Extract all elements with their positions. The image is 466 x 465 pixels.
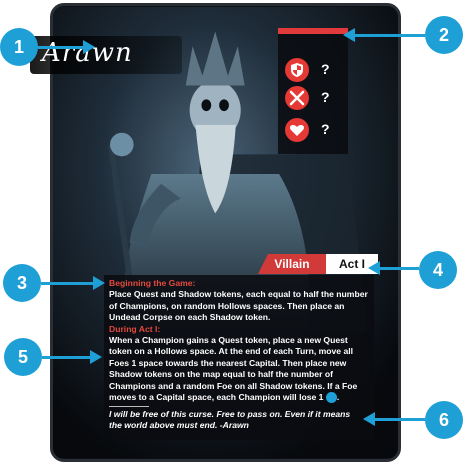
attack-stat: ? [285, 86, 355, 112]
callout-1-arrow [38, 46, 83, 49]
callout-2: 2 [425, 16, 463, 54]
callout-6-arrowhead [363, 412, 375, 426]
crossed-swords-icon [285, 86, 309, 110]
callout-6-arrow [375, 418, 425, 421]
health-stat: ? [285, 118, 355, 144]
setup-text: Place Quest and Shadow tokens, each equa… [109, 289, 368, 323]
callout-3: 3 [3, 264, 41, 302]
callout-4-arrow [380, 267, 419, 270]
defense-value: ? [321, 61, 330, 77]
callout-4-arrowhead [368, 261, 380, 275]
callout-1: 1 [0, 28, 38, 66]
callout-4: 4 [419, 251, 457, 289]
callout-3-arrowhead [93, 276, 105, 290]
shield-icon [285, 58, 309, 82]
callout-5: 5 [4, 338, 42, 376]
villain-tag: Villain [258, 254, 326, 274]
act-heading: During Act I: [109, 323, 161, 334]
defense-stat: ? [285, 58, 355, 84]
flavor-text: I will be free of this curse. Free to pa… [109, 409, 351, 431]
shield-token-icon [325, 392, 337, 404]
callout-1-arrowhead [83, 40, 95, 54]
heart-icon [285, 118, 309, 142]
setup-heading: Beginning the Game: [109, 278, 196, 288]
rules-text: Beginning the Game: Place Quest and Shad… [109, 278, 371, 404]
callout-3-arrow [41, 282, 93, 285]
callout-2-arrowhead [343, 28, 355, 42]
act-text-end: . [336, 392, 340, 403]
callout-2-arrow [355, 34, 425, 37]
divider [109, 406, 149, 407]
attack-value: ? [321, 89, 330, 105]
act-text-body: When a Champion gains a Quest token, pla… [109, 335, 358, 403]
act-text: When a Champion gains a Quest token, pla… [109, 335, 371, 404]
callout-5-arrowhead [90, 350, 102, 364]
callout-5-arrow [42, 356, 90, 359]
health-value: ? [321, 121, 330, 137]
callout-6: 6 [425, 401, 463, 439]
